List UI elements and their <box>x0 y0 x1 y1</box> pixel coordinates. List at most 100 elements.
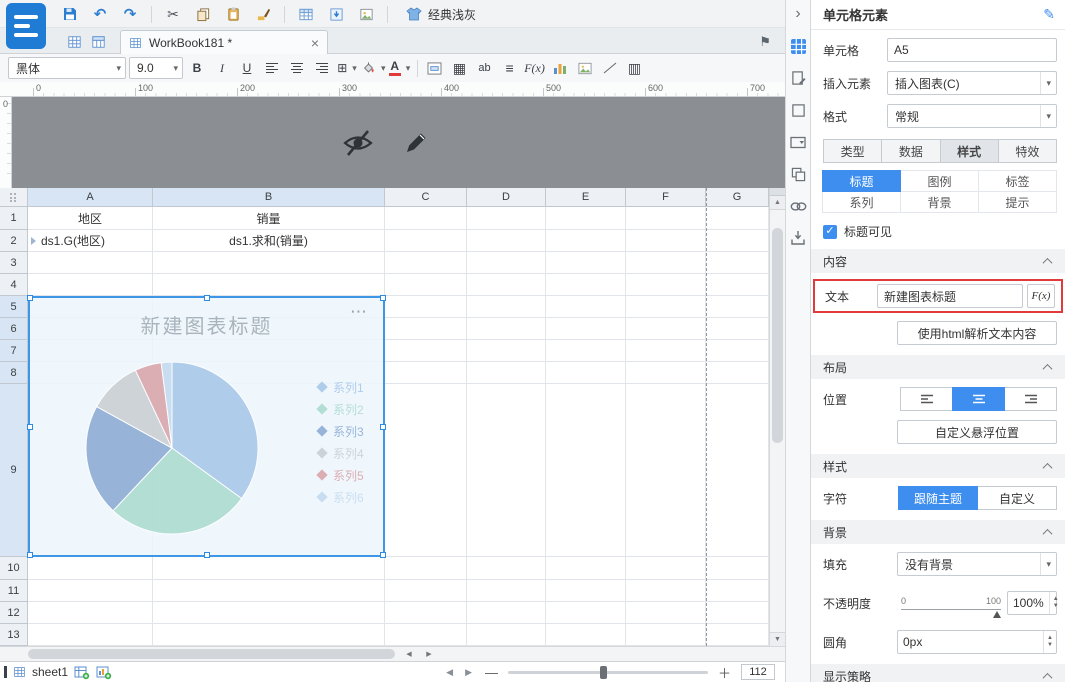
selection-handle[interactable] <box>27 295 33 301</box>
cell-C13[interactable] <box>385 624 467 646</box>
opacity-slider-handle[interactable] <box>993 611 1001 618</box>
cell-G6[interactable] <box>706 318 769 340</box>
cell-C4[interactable] <box>385 274 467 296</box>
row-header-7[interactable]: 7 <box>0 340 28 362</box>
cell-E12[interactable] <box>546 602 626 624</box>
cell-A1[interactable]: 地区 <box>28 207 153 230</box>
cell-G11[interactable] <box>706 580 769 602</box>
row-header-5[interactable]: 5 <box>0 296 28 318</box>
format-painter-button[interactable] <box>251 3 275 25</box>
cell-D6[interactable] <box>467 318 546 340</box>
scroll-up-icon[interactable]: ▲ <box>770 196 785 210</box>
table-select-button[interactable] <box>294 3 318 25</box>
font-size-select[interactable]: 9.0 ▾ <box>129 57 183 79</box>
close-tab-icon[interactable]: × <box>311 36 319 50</box>
title-text-input[interactable] <box>877 284 1023 308</box>
redo-button[interactable]: ↷ <box>118 3 142 25</box>
cell-A4[interactable] <box>28 274 153 296</box>
cell-A12[interactable] <box>28 602 153 624</box>
cell-D4[interactable] <box>467 274 546 296</box>
paste-button[interactable] <box>221 3 245 25</box>
spin-up-icon[interactable]: ▲ <box>1044 635 1056 642</box>
zoom-out-button[interactable]: — <box>481 665 502 680</box>
cell-G8[interactable] <box>706 362 769 384</box>
align-right-button[interactable] <box>311 57 333 79</box>
title-align-center-button[interactable] <box>952 387 1005 411</box>
cell-F6[interactable] <box>626 318 706 340</box>
app-logo[interactable] <box>6 3 46 49</box>
cell-F13[interactable] <box>626 624 706 646</box>
insert-element-select[interactable]: 插入图表(C) ▾ <box>887 71 1057 95</box>
cell-F11[interactable] <box>626 580 706 602</box>
underline-button[interactable]: U <box>236 57 258 79</box>
add-grid-sheet-button[interactable] <box>74 665 90 680</box>
cell-C12[interactable] <box>385 602 467 624</box>
import-panel-icon[interactable] <box>788 228 808 248</box>
col-header-B[interactable]: B <box>153 188 385 207</box>
cell-E10[interactable] <box>546 557 626 580</box>
cell-D2[interactable] <box>467 230 546 252</box>
cell-G3[interactable] <box>706 252 769 274</box>
insert-formula-button[interactable]: F(x) <box>524 57 546 79</box>
subtab-background[interactable]: 背景 <box>900 191 979 213</box>
cell-F3[interactable] <box>626 252 706 274</box>
font-color-button[interactable]: A ▾ <box>388 57 411 79</box>
cell-E5[interactable] <box>546 296 626 318</box>
hide-parameter-icon[interactable] <box>340 128 376 158</box>
select-all-corner[interactable] <box>0 188 28 207</box>
cell-B12[interactable] <box>153 602 385 624</box>
add-chart-sheet-button[interactable] <box>96 665 112 680</box>
zoom-in-button[interactable]: ＋ <box>714 663 735 682</box>
cell-E3[interactable] <box>546 252 626 274</box>
insert-picture-button[interactable] <box>574 57 596 79</box>
row-header-8[interactable]: 8 <box>0 362 28 384</box>
cell-G5[interactable] <box>706 296 769 318</box>
section-display-strategy[interactable]: 显示策略 <box>811 664 1065 682</box>
edit-parameter-icon[interactable] <box>402 129 430 157</box>
cell-C7[interactable] <box>385 340 467 362</box>
subtab-tooltip[interactable]: 提示 <box>978 191 1057 213</box>
font-family-select[interactable]: 黑体 ▾ <box>8 57 126 79</box>
cell-E8[interactable] <box>546 362 626 384</box>
cell-C11[interactable] <box>385 580 467 602</box>
text-style-button[interactable]: ab <box>474 57 496 79</box>
cell-F4[interactable] <box>626 274 706 296</box>
widget-panel-icon[interactable] <box>788 100 808 120</box>
cell-G7[interactable] <box>706 340 769 362</box>
vscroll-thumb[interactable] <box>772 228 783 443</box>
radius-spinner[interactable]: 0px ▲ ▼ <box>897 630 1057 654</box>
italic-button[interactable]: I <box>211 57 233 79</box>
next-sheet-icon[interactable]: ▶ <box>462 667 475 678</box>
col-header-E[interactable]: E <box>546 188 626 207</box>
subtab-series[interactable]: 系列 <box>822 191 901 213</box>
cell-G12[interactable] <box>706 602 769 624</box>
cell-C2[interactable] <box>385 230 467 252</box>
parameter-pane[interactable]: 0 <box>0 97 785 188</box>
col-header-C[interactable]: C <box>385 188 467 207</box>
col-header-G[interactable]: G <box>706 188 769 207</box>
cell-F10[interactable] <box>626 557 706 580</box>
cell-D13[interactable] <box>467 624 546 646</box>
subtab-title[interactable]: 标题 <box>822 170 901 192</box>
cell-C5[interactable] <box>385 296 467 318</box>
collapse-panel-icon[interactable]: › <box>788 4 808 24</box>
fill-color-button[interactable]: ▾ <box>361 57 386 79</box>
theme-button[interactable]: 经典浅灰 <box>397 3 485 25</box>
subtab-legend[interactable]: 图例 <box>900 170 979 192</box>
cell-A11[interactable] <box>28 580 153 602</box>
new-chart-sheet-icon[interactable] <box>86 31 110 53</box>
insert-chart-button[interactable] <box>549 57 571 79</box>
row-header-1[interactable]: 1 <box>0 207 28 230</box>
cell-A2[interactable]: ds1.G(地区) <box>28 230 153 252</box>
split-handle[interactable] <box>770 188 785 196</box>
tab-style[interactable]: 样式 <box>939 139 999 163</box>
borders-button[interactable]: ⊞ ▾ <box>336 57 358 79</box>
cell-F9[interactable] <box>626 384 706 557</box>
cell-D11[interactable] <box>467 580 546 602</box>
cell-G10[interactable] <box>706 557 769 580</box>
cell-D10[interactable] <box>467 557 546 580</box>
justify-button[interactable]: ≡ <box>499 57 521 79</box>
hscroll-thumb[interactable] <box>28 649 395 659</box>
cell-G2[interactable] <box>706 230 769 252</box>
cell-B1[interactable]: 销量 <box>153 207 385 230</box>
